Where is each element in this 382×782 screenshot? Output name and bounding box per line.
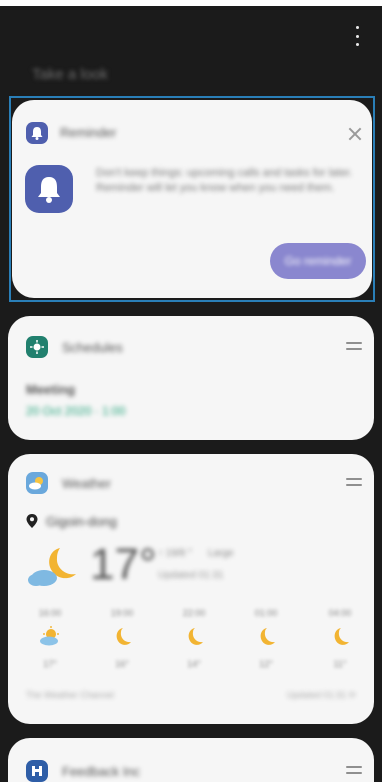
feedback-card[interactable]: Feedback Inc	[8, 738, 374, 782]
forecast-item: 19:00 16°	[102, 608, 142, 669]
schedule-app-name: Schedules	[62, 340, 123, 355]
forecast-time: 22:00	[182, 608, 206, 618]
moon-icon	[334, 628, 349, 645]
feedback-app-icon	[26, 760, 48, 782]
location-name: Gigoin-dong	[46, 514, 117, 529]
weather-provider[interactable]: The Weather Channel	[26, 690, 114, 700]
forecast-time: 04:00	[328, 608, 352, 618]
page-title: Take a look	[32, 66, 108, 83]
forecast-time: 19:00	[110, 608, 134, 618]
drag-handle-icon[interactable]	[346, 766, 362, 774]
schedule-app-icon	[26, 336, 48, 358]
moon-icon	[116, 628, 131, 645]
event-time: 20 Oct 2020 · 1:00	[26, 404, 126, 418]
highlight-frame	[9, 96, 375, 302]
weather-app-name: Weather	[62, 476, 111, 491]
forecast-time: 16:00	[38, 608, 62, 618]
drag-handle-icon[interactable]	[346, 342, 362, 350]
more-options-icon[interactable]	[350, 26, 364, 46]
drag-handle-icon[interactable]	[346, 478, 362, 486]
forecast-temp: 14°	[187, 659, 201, 669]
partly-sunny-icon	[40, 626, 59, 646]
updated-time: Updated 01:31	[158, 570, 224, 581]
temperature-range: ↑ 19/8 °	[158, 548, 193, 559]
forecast-item: 01:00 12°	[246, 608, 286, 669]
forecast-temp: 16°	[115, 659, 129, 669]
forecast-temp: 11°	[333, 659, 347, 669]
forecast-time: 01:00	[254, 608, 278, 618]
screen: Take a look Reminder Don't keep things: …	[0, 0, 382, 782]
top-edge	[0, 0, 382, 6]
moon-icon	[188, 628, 203, 645]
forecast-temp: 17°	[43, 659, 57, 669]
weather-app-icon	[26, 472, 48, 494]
forecast-temp: 12°	[259, 659, 273, 669]
forecast-item: 04:00 11°	[320, 608, 360, 669]
forecast-item: 16:00 17°	[30, 608, 70, 669]
schedule-card[interactable]: Schedules Meeting 20 Oct 2020 · 1:00	[8, 316, 374, 440]
location-pin-icon	[26, 514, 38, 528]
weather-card[interactable]: Weather Gigoin-dong 17° ↑ 19/8 ° Large U…	[8, 454, 374, 724]
refresh-status[interactable]: Updated 01:31 ⟳	[287, 690, 356, 701]
condition: Large	[208, 548, 234, 559]
moon-cloud-icon	[26, 544, 84, 594]
current-temperature: 17°	[90, 540, 157, 589]
moon-icon	[260, 628, 275, 645]
event-title: Meeting	[26, 382, 76, 397]
forecast-item: 22:00 14°	[174, 608, 214, 669]
feedback-app-name: Feedback Inc	[62, 764, 141, 779]
